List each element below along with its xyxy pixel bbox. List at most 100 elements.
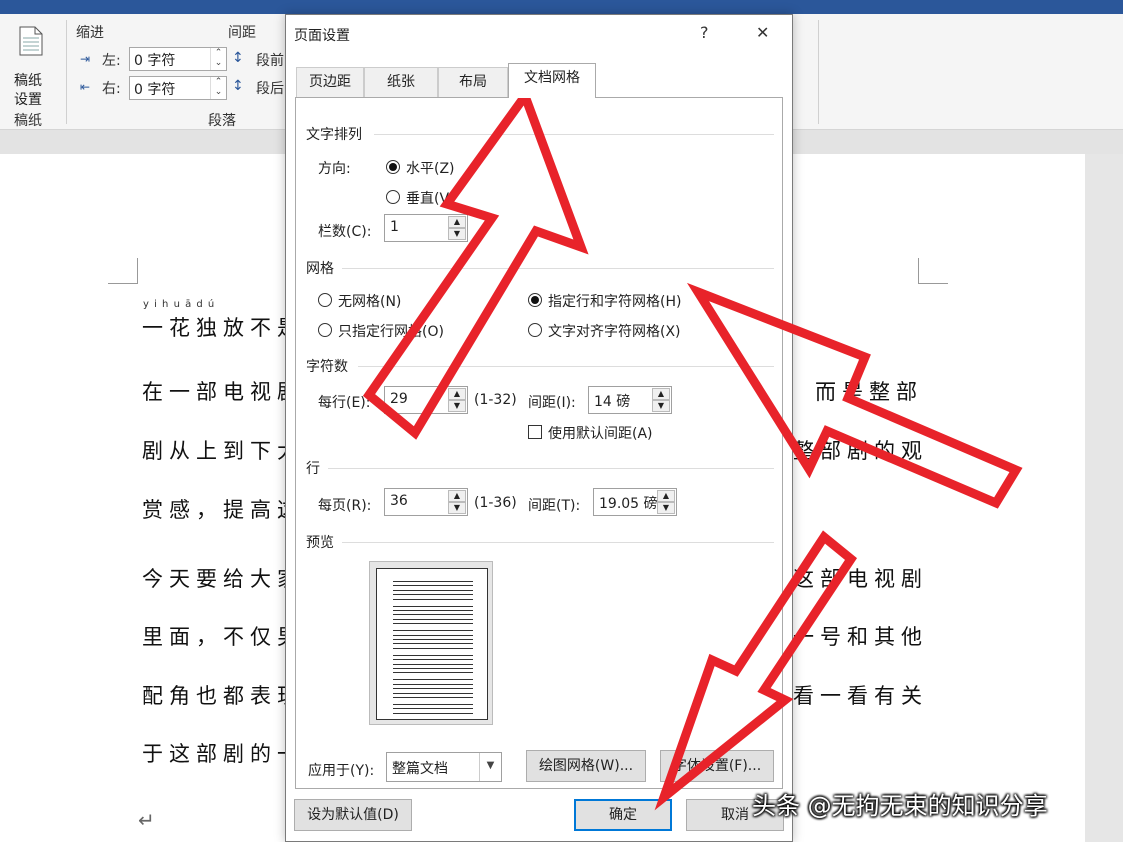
group-label-paragraph: 段落 xyxy=(208,113,236,129)
indent-right-label: 右: xyxy=(102,81,121,97)
gaozhi-settings-button[interactable]: 稿纸 设置 xyxy=(8,22,54,108)
gaozhi-label-line2: 设置 xyxy=(14,92,42,108)
doc-line: 配角也都表现 xyxy=(142,684,304,708)
horizontal-label: 水平(Z) xyxy=(406,161,455,177)
title-bar xyxy=(0,0,1123,14)
indent-right-icon: ⇤ xyxy=(80,80,91,94)
doc-line: 一花独放不是 xyxy=(142,316,304,340)
tab-paper[interactable]: 纸张 xyxy=(364,67,438,97)
lines-per-page-value: 36 xyxy=(390,493,408,509)
preview-thumbnail xyxy=(369,561,493,725)
preview-line xyxy=(393,643,473,645)
chars-section: 字符数 xyxy=(306,359,348,375)
lines-per-page-range: (1-36) xyxy=(474,495,517,511)
snap-chars-grid-radio[interactable] xyxy=(528,323,542,337)
document-icon xyxy=(19,26,43,56)
no-grid-radio[interactable] xyxy=(318,293,332,307)
spacing-after-icon: ↕ xyxy=(232,78,244,94)
line-pitch-arrows[interactable]: ▲ ▼ xyxy=(657,490,675,514)
preview-line xyxy=(393,712,473,714)
dialog-title: 页面设置 xyxy=(294,28,350,44)
line-and-char-grid-label: 指定行和字符网格(H) xyxy=(548,294,682,310)
char-pitch-label: 间距(I): xyxy=(528,395,576,411)
lines-per-page-arrows[interactable]: ▲ ▼ xyxy=(448,490,466,514)
apply-to-label: 应用于(Y): xyxy=(308,763,375,779)
preview-line xyxy=(393,708,473,710)
apply-to-select[interactable]: 整篇文档 ▼ xyxy=(386,752,502,782)
vertical-radio[interactable] xyxy=(386,190,400,204)
line-only-grid-radio[interactable] xyxy=(318,323,332,337)
ribbon-separator-right xyxy=(818,20,819,124)
spacing-before-icon: ↕ xyxy=(232,50,244,66)
lines-section: 行 xyxy=(306,461,320,477)
preview-line xyxy=(393,697,473,698)
tab-margins[interactable]: 页边距 xyxy=(296,67,364,97)
crop-mark-right xyxy=(918,258,948,284)
use-default-pitch-label: 使用默认间距(A) xyxy=(548,426,653,442)
char-pitch-value: 14 磅 xyxy=(594,394,631,410)
preview-line xyxy=(393,663,473,665)
columns-spinner-arrows[interactable]: ▲ ▼ xyxy=(448,216,466,240)
divider xyxy=(342,542,774,543)
preview-line xyxy=(393,683,473,685)
paragraph-mark: ↵ xyxy=(138,808,155,832)
preview-line xyxy=(393,688,473,690)
chars-per-line-value: 29 xyxy=(390,391,408,407)
font-settings-button[interactable]: 字体设置(F)... xyxy=(660,750,774,782)
drawing-grid-button[interactable]: 绘图网格(W)... xyxy=(526,750,646,782)
gaozhi-settings-label: 稿纸 设置 xyxy=(14,72,42,110)
grid-section: 网格 xyxy=(306,261,334,277)
document-grid-panel: 文字排列 方向: 水平(Z) 垂直(V) 栏数(C): 1 ▲ ▼ 网格 无网格(… xyxy=(295,97,783,789)
spacing-before-label: 段前 xyxy=(256,53,284,69)
preview-line xyxy=(393,692,473,694)
indent-left-input[interactable]: 0 字符 ⌃ ⌄ xyxy=(129,47,227,71)
columns-spinner[interactable]: 1 ▲ ▼ xyxy=(384,214,468,242)
spacing-title: 间距 xyxy=(228,25,256,41)
set-default-button[interactable]: 设为默认值(D) xyxy=(294,799,412,831)
line-only-grid-label: 只指定行网格(O) xyxy=(338,324,444,340)
close-button[interactable]: ✕ xyxy=(756,23,769,42)
indent-left-spinner[interactable]: ⌃ ⌄ xyxy=(210,48,226,70)
preview-line xyxy=(393,581,473,582)
crop-mark-left xyxy=(108,258,138,284)
chars-per-line-arrows[interactable]: ▲ ▼ xyxy=(448,388,466,412)
doc-line: 今天要给大家 xyxy=(142,567,304,591)
preview-line xyxy=(393,704,473,705)
vertical-label: 垂直(V) xyxy=(406,191,455,207)
char-pitch-spinner[interactable]: 14 磅 ▲ ▼ xyxy=(588,386,672,414)
doc-line-right: 整部剧的观 xyxy=(793,439,928,463)
doc-line: 在一部电视剧 xyxy=(142,380,304,404)
doc-line: 赏感，提高这 xyxy=(142,498,304,522)
char-pitch-arrows[interactable]: ▲ ▼ xyxy=(652,388,670,412)
indent-right-input[interactable]: 0 字符 ⌃ ⌄ xyxy=(129,76,227,100)
divider xyxy=(342,268,774,269)
ok-button[interactable]: 确定 xyxy=(574,799,672,831)
preview-line xyxy=(393,679,473,681)
indent-right-spinner[interactable]: ⌃ ⌄ xyxy=(210,77,226,99)
lines-per-page-spinner[interactable]: 36 ▲ ▼ xyxy=(384,488,468,516)
chevron-down-icon: ▼ xyxy=(479,753,501,781)
chars-per-line-range: (1-32) xyxy=(474,392,517,408)
tab-layout[interactable]: 布局 xyxy=(438,67,508,97)
doc-line-right: 而是整部 xyxy=(815,380,923,404)
horizontal-radio[interactable] xyxy=(386,160,400,174)
tab-document-grid[interactable]: 文档网格 xyxy=(508,63,596,98)
ribbon-separator xyxy=(66,20,67,124)
lines-per-page-label: 每页(R): xyxy=(318,498,372,514)
preview-line xyxy=(393,618,473,620)
preview-line xyxy=(393,623,473,625)
doc-line: 于这部剧的一 xyxy=(142,742,304,766)
indent-left-icon: ⇥ xyxy=(80,52,91,66)
preview-line xyxy=(393,605,473,607)
line-pitch-value: 19.05 磅 xyxy=(599,496,658,512)
preview-line xyxy=(393,639,473,640)
preview-line xyxy=(393,589,473,591)
columns-value: 1 xyxy=(390,219,399,235)
indent-left-value: 0 字符 xyxy=(134,53,176,69)
help-button[interactable]: ? xyxy=(700,23,709,42)
use-default-pitch-checkbox[interactable] xyxy=(528,425,542,439)
line-and-char-grid-radio[interactable] xyxy=(528,293,542,307)
divider xyxy=(374,134,774,135)
chars-per-line-spinner[interactable]: 29 ▲ ▼ xyxy=(384,386,468,414)
line-pitch-spinner[interactable]: 19.05 磅 ▲ ▼ xyxy=(593,488,677,516)
